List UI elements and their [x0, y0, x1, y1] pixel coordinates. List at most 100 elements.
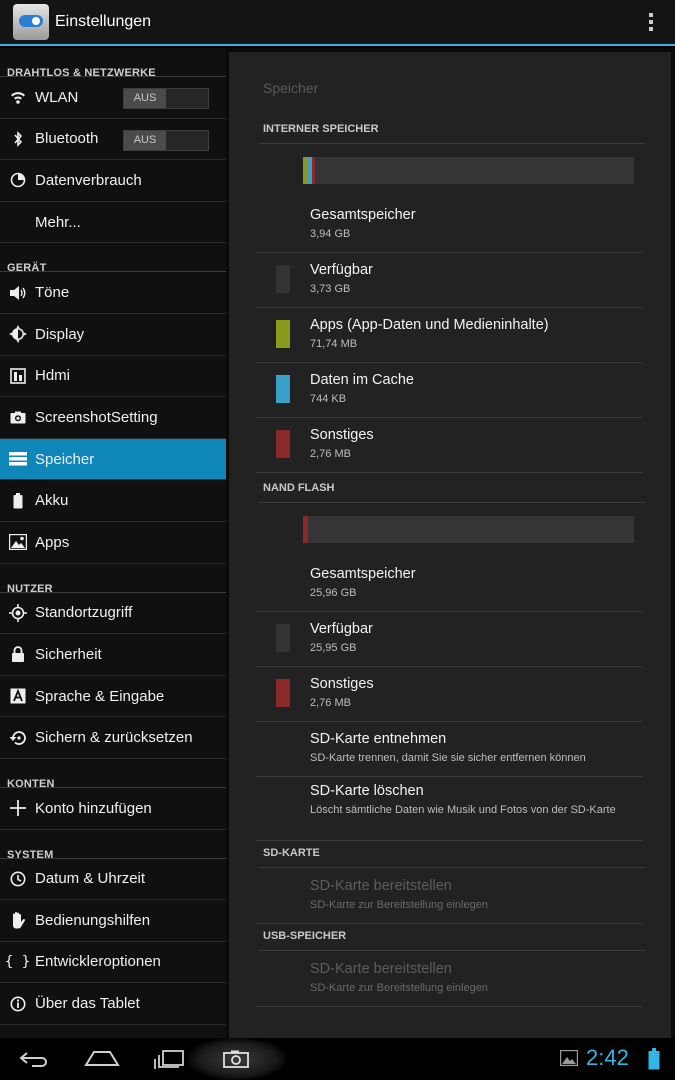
wlan-toggle[interactable]: AUS: [123, 88, 209, 109]
sidebar-item-wlan[interactable]: WLAN AUS: [0, 77, 226, 119]
braces-icon: { }: [4, 953, 31, 970]
sidebar-item-storage[interactable]: Speicher: [0, 438, 226, 481]
sidebar-item-label: Datenverbrauch: [35, 171, 142, 189]
gallery-notification-icon[interactable]: [560, 1050, 578, 1066]
info-icon: [0, 983, 35, 1024]
section-header-user: NUTZER: [0, 564, 226, 595]
sidebar-item-date-time[interactable]: Datum & Uhrzeit: [0, 859, 226, 901]
internal-available-row: Verfügbar 3,73 GB: [256, 253, 642, 308]
row-summary: Löscht sämtliche Daten wie Musik und Fot…: [310, 804, 616, 816]
sidebar-item-label: Töne: [35, 284, 70, 302]
sidebar-item-apps[interactable]: Apps: [0, 522, 226, 564]
screenshot-camera-icon[interactable]: [223, 1050, 249, 1068]
sidebar-item-screenshot[interactable]: ScreenshotSetting: [0, 397, 226, 439]
color-swatch: [276, 265, 290, 293]
sidebar-item-label: Apps: [35, 533, 70, 551]
sidebar-item-label: Hdmi: [35, 367, 71, 385]
clock-icon: [0, 859, 35, 900]
sidebar-item-accessibility[interactable]: Bedienungshilfen: [0, 900, 226, 942]
sidebar-item-hdmi[interactable]: Hdmi: [0, 356, 226, 398]
row-title: Apps (App-Daten und Medieninhalte): [310, 317, 549, 333]
row-value: 25,96 GB: [310, 587, 357, 599]
sidebar-item-label: Entwickleroptionen: [35, 953, 161, 971]
back-icon[interactable]: [18, 1051, 50, 1067]
row-value: 744 KB: [310, 393, 347, 405]
internal-total-row: Gesamtspeicher 3,94 GB: [256, 198, 642, 253]
toggle-label: AUS: [124, 89, 166, 108]
language-icon: [0, 676, 35, 717]
sidebar-item-about[interactable]: Über das Tablet: [0, 983, 226, 1025]
nand-other-row[interactable]: Sonstiges 2,76 MB: [256, 667, 642, 722]
bluetooth-toggle[interactable]: AUS: [123, 129, 209, 151]
row-title: SD-Karte entnehmen: [310, 731, 447, 747]
sidebar-item-more[interactable]: Mehr...: [0, 202, 226, 244]
brightness-icon: [0, 314, 35, 355]
app-title: Einstellungen: [55, 13, 152, 30]
bluetooth-icon: [0, 119, 35, 160]
home-icon[interactable]: [84, 1049, 120, 1067]
color-swatch: [276, 624, 290, 652]
internal-cache-row[interactable]: Daten im Cache 744 KB: [256, 363, 642, 418]
erase-sd-card-row[interactable]: SD-Karte löschen Löscht sämtliche Daten …: [256, 777, 642, 841]
sidebar-item-developer-options[interactable]: { } Entwickleroptionen: [0, 942, 226, 984]
page-title: Speicher: [263, 80, 319, 96]
no-icon: [0, 202, 35, 243]
sidebar-item-backup[interactable]: Sichern & zurücksetzen: [0, 717, 226, 759]
sidebar-item-add-account[interactable]: Konto hinzufügen: [0, 788, 226, 830]
battery-icon: [0, 480, 35, 521]
sidebar-item-sound[interactable]: Töne: [0, 272, 226, 314]
row-summary: SD-Karte zur Bereitstellung einlegen: [310, 982, 488, 994]
color-swatch: [276, 679, 290, 707]
recent-apps-icon[interactable]: [154, 1049, 186, 1069]
location-icon: [0, 593, 35, 634]
section-header-nand: NAND FLASH: [259, 482, 645, 503]
sidebar-item-label: Datum & Uhrzeit: [35, 870, 146, 888]
row-title: SD-Karte bereitstellen: [310, 878, 452, 894]
settings-app-icon[interactable]: [13, 4, 49, 40]
hdmi-icon: [0, 356, 35, 397]
sidebar-item-label: Über das Tablet: [35, 995, 140, 1013]
eject-sd-card-row[interactable]: SD-Karte entnehmen SD-Karte trennen, dam…: [256, 722, 642, 777]
sidebar-item-language[interactable]: Sprache & Eingabe: [0, 676, 226, 718]
row-title: Verfügbar: [310, 621, 373, 637]
sidebar-item-location[interactable]: Standortzugriff: [0, 593, 226, 635]
row-title: Daten im Cache: [310, 372, 414, 388]
action-bar: Einstellungen: [0, 0, 675, 46]
internal-apps-row[interactable]: Apps (App-Daten und Medieninhalte) 71,74…: [256, 308, 642, 363]
data-usage-icon: [0, 160, 35, 201]
section-header-internal: INTERNER SPEICHER: [259, 123, 645, 144]
row-summary: SD-Karte trennen, damit Sie sie sicher e…: [310, 752, 586, 764]
internal-other-row[interactable]: Sonstiges 2,76 MB: [256, 418, 642, 473]
sidebar-item-label: ScreenshotSetting: [35, 408, 158, 426]
system-nav-bar: 2:42: [0, 1038, 675, 1080]
storage-panel: Speicher INTERNER SPEICHER Gesamtspeiche…: [229, 52, 671, 1038]
row-value: 25,95 GB: [310, 642, 357, 654]
sidebar-item-label: Sichern & zurücksetzen: [35, 729, 193, 747]
row-title: SD-Karte löschen: [310, 783, 424, 799]
sidebar-item-display[interactable]: Display: [0, 314, 226, 356]
sidebar-item-label: Display: [35, 325, 85, 343]
color-swatch: [276, 375, 290, 403]
sidebar-item-label: Konto hinzufügen: [35, 799, 152, 817]
color-swatch: [276, 320, 290, 348]
overflow-menu-icon[interactable]: [649, 13, 653, 33]
row-summary: SD-Karte zur Bereitstellung einlegen: [310, 899, 488, 911]
toggle-label: AUS: [124, 130, 166, 150]
row-value: 3,94 GB: [310, 228, 351, 240]
nand-available-row: Verfügbar 25,95 GB: [256, 612, 642, 667]
nand-usage-bar: [303, 516, 634, 543]
plus-icon: [0, 788, 35, 829]
section-header-accounts: KONTEN: [0, 759, 226, 790]
row-value: 2,76 MB: [310, 697, 351, 709]
sidebar-item-battery[interactable]: Akku: [0, 480, 226, 522]
apps-icon: [0, 522, 35, 563]
sidebar-item-bluetooth[interactable]: Bluetooth AUS: [0, 119, 226, 161]
sidebar-item-label: Akku: [35, 492, 69, 510]
camera-icon: [0, 397, 35, 438]
lock-icon: [0, 634, 35, 675]
row-title: Gesamtspeicher: [310, 566, 416, 582]
row-title: Verfügbar: [310, 262, 373, 278]
sidebar-item-label: Bluetooth: [35, 130, 99, 148]
sidebar-item-data-usage[interactable]: Datenverbrauch: [0, 160, 226, 202]
sidebar-item-security[interactable]: Sicherheit: [0, 634, 226, 676]
